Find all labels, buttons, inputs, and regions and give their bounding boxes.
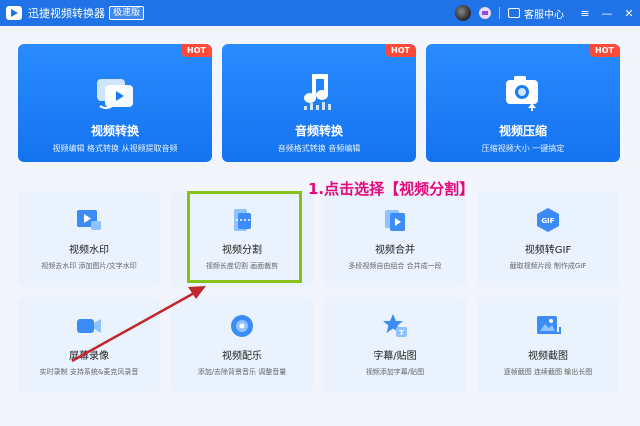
card-desc: 视频添加字幕/贴图: [365, 368, 425, 376]
card-desc: 实时录制 支持系统&麦克风录音: [39, 368, 139, 376]
card-title: 视频水印: [69, 245, 109, 256]
edition-badge: 极速版: [109, 6, 145, 20]
card-title: 视频转换: [90, 124, 139, 138]
hot-badge: HOT: [181, 44, 212, 57]
card-desc: 逐帧截图 连续截图 输出长图: [503, 368, 593, 376]
minimize-button[interactable]: —: [596, 0, 618, 26]
subtitle-icon: T: [383, 314, 407, 337]
video-convert-icon: [97, 79, 133, 109]
instruction-text: 1.点击选择【视频分割】: [308, 180, 475, 198]
card-video-music[interactable]: 视频配乐 添加/去除背景音乐 调整音量: [171, 297, 313, 393]
card-title: 视频转GIF: [524, 245, 572, 256]
gif-icon: GIF: [537, 208, 559, 232]
svg-text:GIF: GIF: [541, 217, 554, 225]
card-title: 视频配乐: [222, 351, 262, 362]
card-desc: 音频格式转换 音频编辑: [277, 144, 361, 153]
card-desc: 视频编辑 格式转换 从视频提取音频: [52, 144, 178, 153]
app-logo-icon: [6, 6, 22, 20]
card-desc: 压缩视频大小 一键搞定: [481, 144, 565, 153]
highlight-box: [187, 191, 302, 283]
card-video-to-gif[interactable]: GIF 视频转GIF 截取视频片段 制作成GIF: [477, 191, 619, 287]
card-title: 视频合并: [375, 245, 415, 256]
card-title: 音频转换: [294, 124, 343, 138]
camera-compress-icon: [506, 76, 538, 111]
card-title: 屏幕录像: [69, 351, 109, 362]
divider: [499, 7, 500, 19]
card-desc: 视频去水印 添加图片/文字水印: [41, 262, 137, 270]
video-merge-icon: [385, 210, 405, 231]
card-desc: 多段视频自由组合 合并成一段: [348, 262, 442, 270]
card-desc: 截取视频片段 制作成GIF: [509, 262, 587, 270]
card-screen-record[interactable]: 屏幕录像 实时录制 支持系统&麦克风录音: [18, 297, 160, 393]
menu-button[interactable]: ≡: [574, 0, 596, 26]
card-subtitle-sticker[interactable]: T 字幕/贴图 视频添加字幕/贴图: [324, 297, 466, 393]
video-watermark-icon: [77, 210, 101, 230]
app-title: 迅捷视频转换器: [28, 7, 105, 20]
card-title: 字幕/贴图: [373, 351, 417, 362]
video-music-icon: [231, 315, 253, 337]
card-audio-convert[interactable]: HOT 音频转换 音频格式转换 音频编辑: [222, 44, 416, 162]
hot-badge: HOT: [385, 44, 416, 57]
vip-icon[interactable]: [479, 7, 491, 19]
card-video-screenshot[interactable]: 视频截图 逐帧截图 连续截图 输出长图: [477, 297, 619, 393]
card-video-compress[interactable]: HOT 视频压缩 压缩视频大小 一键搞定: [426, 44, 620, 162]
card-video-watermark[interactable]: 视频水印 视频去水印 添加图片/文字水印: [18, 191, 160, 287]
card-title: 视频截图: [528, 351, 568, 362]
card-desc: 添加/去除背景音乐 调整音量: [197, 368, 287, 376]
close-button[interactable]: ✕: [618, 0, 640, 26]
screenshot-icon: [537, 316, 561, 334]
card-title: 视频压缩: [498, 124, 547, 138]
title-bar: 迅捷视频转换器 极速版 客服中心 ≡ — ✕: [0, 0, 640, 26]
card-video-convert[interactable]: HOT 视频转换 视频编辑 格式转换 从视频提取音频: [18, 44, 212, 162]
user-avatar[interactable]: [455, 5, 471, 21]
svg-text:T: T: [399, 329, 404, 337]
help-center-link[interactable]: 客服中心: [524, 6, 564, 21]
music-note-icon: [304, 74, 331, 110]
card-video-merge[interactable]: 视频合并 多段视频自由组合 合并成一段: [324, 191, 466, 287]
screen-record-icon: [77, 319, 101, 333]
hot-badge: HOT: [589, 44, 620, 57]
customer-service-icon[interactable]: [508, 8, 520, 18]
